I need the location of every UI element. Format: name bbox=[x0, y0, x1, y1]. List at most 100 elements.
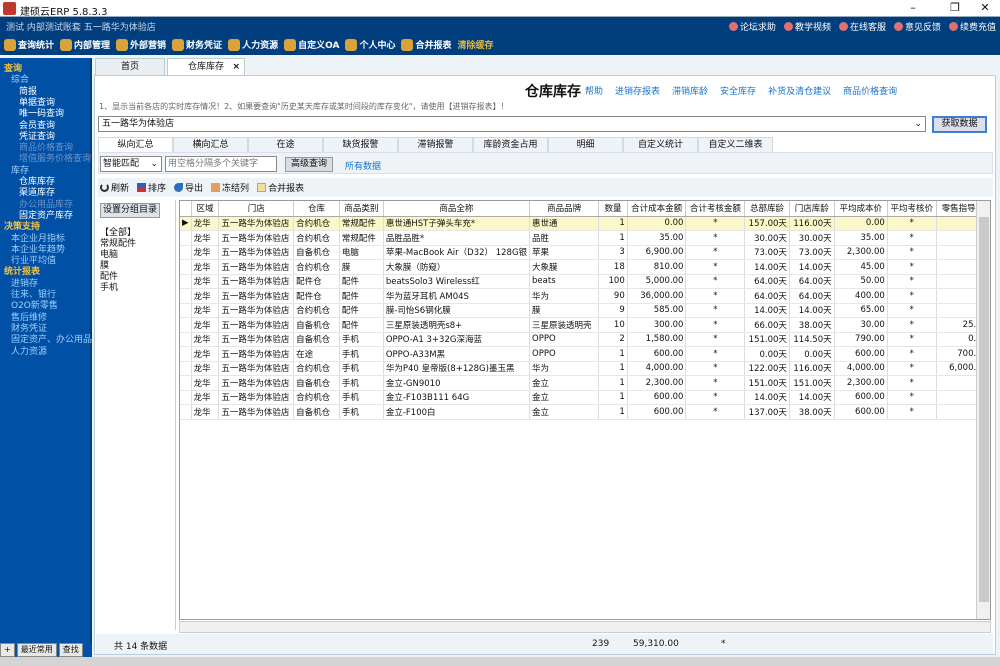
table-row[interactable]: 龙华 五一路华为体验店 配件仓 配件 beatsSolo3 Wireless红 beats… bbox=[180, 274, 990, 289]
advanced-query-button[interactable]: 高级查询 bbox=[285, 157, 333, 172]
column-header[interactable]: 门店 bbox=[218, 201, 295, 217]
column-header[interactable]: 商品品牌 bbox=[529, 201, 600, 217]
column-header[interactable]: 合计考核金额 bbox=[685, 201, 746, 217]
table-row[interactable]: 龙华 五一路华为体验店 合约机仓膜大象膜（防窥） 大象膜 18 810.00 * 14.00天… bbox=[180, 259, 990, 275]
column-header[interactable]: 平均成本价 bbox=[834, 201, 888, 217]
sub-tab[interactable]: 缺货报警 bbox=[323, 137, 398, 152]
sub-tab[interactable]: 明细 bbox=[548, 137, 623, 152]
horizontal-scrollbar[interactable] bbox=[179, 621, 991, 633]
maximize-button[interactable]: ❐ bbox=[940, 1, 970, 14]
minimize-button[interactable]: – bbox=[898, 1, 928, 14]
sidebar-item[interactable]: 增值服务价格查询 bbox=[19, 151, 91, 164]
find-button[interactable]: 查找 bbox=[58, 643, 83, 657]
table-cell: * bbox=[887, 288, 937, 304]
slow-moving-link[interactable]: 滞销库龄 bbox=[672, 84, 708, 97]
sub-tab[interactable]: 在途 bbox=[248, 137, 323, 152]
column-header[interactable]: 商品全称 bbox=[383, 201, 531, 217]
add-button[interactable]: + bbox=[0, 643, 15, 657]
nav-button[interactable]: 内部管理 bbox=[60, 38, 110, 51]
keyword-input[interactable]: 用空格分隔多个关键字 bbox=[165, 156, 277, 172]
column-header[interactable]: 门店库龄 bbox=[789, 201, 835, 217]
row-indicator: ▶ bbox=[180, 216, 192, 231]
total-assess: * bbox=[721, 639, 726, 649]
tab-home[interactable]: 首页 bbox=[95, 58, 165, 75]
table-cell: 苹果 bbox=[529, 245, 600, 260]
store-select[interactable]: 五一路华为体验店 ⌄ bbox=[98, 116, 926, 132]
table-row[interactable]: 龙华 五一路华为体验店 自备机仓 电脑 苹果-MacBook Air（D32） 128G… bbox=[180, 245, 990, 260]
vertical-scrollbar[interactable] bbox=[976, 201, 990, 619]
sort-button[interactable]: 排序 bbox=[137, 181, 166, 194]
match-mode-select[interactable]: 智能匹配 ⌄ bbox=[100, 156, 162, 172]
column-header[interactable]: 合计成本金额 bbox=[627, 201, 687, 217]
sub-tab[interactable]: 横向汇总 bbox=[173, 137, 248, 152]
table-row[interactable]: 龙华 五一路华为体验店 配件仓 配件 华为蓝牙耳机 AM04S 华为 90 36,000.00… bbox=[180, 288, 990, 304]
nav-button[interactable]: 合并报表 bbox=[401, 38, 451, 51]
row-indicator bbox=[180, 390, 192, 405]
table-cell: 惠世通HST子弹头车充* bbox=[383, 216, 531, 231]
close-tab-icon[interactable]: × bbox=[232, 59, 240, 75]
header-link[interactable]: 论坛求助 bbox=[728, 20, 776, 33]
replenish-link[interactable]: 补货及清仓建议 bbox=[768, 84, 831, 97]
safety-stock-link[interactable]: 安全库存 bbox=[720, 84, 756, 97]
column-header[interactable]: 区域 bbox=[191, 201, 220, 217]
store-value: 五一路华为体验店 bbox=[102, 119, 175, 129]
nav-button[interactable]: 外部营销 bbox=[116, 38, 166, 51]
header-link[interactable]: 教学视频 bbox=[783, 20, 831, 33]
tab-warehouse-stock[interactable]: 仓库库存 × bbox=[167, 58, 245, 75]
freeze-columns-button[interactable]: 冻结列 bbox=[211, 181, 249, 194]
group-item[interactable]: 手机 bbox=[100, 280, 118, 293]
table-row[interactable]: ▶ 龙华 五一路华为体验店 合约机仓 常规配件 惠世通HST子弹头车充* 惠世通 1 0.00 *… bbox=[180, 216, 990, 231]
table-cell: 五一路华为体验店 bbox=[218, 288, 295, 304]
get-data-button[interactable]: 获取数据 bbox=[932, 116, 987, 133]
table-cell: 五一路华为体验店 bbox=[218, 361, 295, 376]
sub-tab[interactable]: 滞销报警 bbox=[398, 137, 473, 152]
help-link[interactable]: 帮助 bbox=[585, 84, 603, 97]
table-cell: 五一路华为体验店 bbox=[218, 259, 295, 275]
table-cell: 三星原装透明壳 bbox=[529, 317, 600, 333]
table-cell: 64.00天 bbox=[744, 274, 790, 289]
header-link[interactable]: 在线客服 bbox=[838, 20, 886, 33]
sub-tab[interactable]: 纵向汇总 bbox=[98, 137, 173, 152]
table-row[interactable]: 龙华 五一路华为体验店 合约机仓 常规配件 品胜品胜* 品胜 1 35.00 * 30.00天 30… bbox=[180, 230, 990, 246]
refresh-button[interactable]: 刷新 bbox=[100, 181, 129, 194]
clear-cache-button[interactable]: 清除缓存 bbox=[457, 38, 493, 51]
merge-report-button[interactable]: 合并报表 bbox=[257, 181, 304, 194]
export-button[interactable]: 导出 bbox=[174, 181, 203, 194]
table-row[interactable]: 龙华 五一路华为体验店 自备机仓 手机 金立-GN9010 金立 1 2,300.00 * 151… bbox=[180, 375, 990, 391]
table-cell: * bbox=[685, 216, 746, 231]
nav-button[interactable]: 个人中心 bbox=[345, 38, 395, 51]
table-row[interactable]: 龙华 五一路华为体验店 自备机仓 手机 金立-F100白 金立 1 600.00 * 137.00… bbox=[180, 404, 990, 420]
header-link[interactable]: 续费充值 bbox=[948, 20, 996, 33]
all-data-link[interactable]: 所有数据 bbox=[345, 159, 381, 172]
row-indicator bbox=[180, 332, 192, 347]
header-link-label: 意见反馈 bbox=[904, 23, 941, 33]
table-cell: 配件 bbox=[339, 303, 384, 318]
table-row[interactable]: 龙华 五一路华为体验店 自备机仓 配件 三星原装透明壳s8+ 三星原装透明壳 10 300.0… bbox=[180, 317, 990, 333]
close-window-button[interactable]: ✕ bbox=[970, 1, 1000, 14]
column-header[interactable]: 仓库 bbox=[293, 201, 340, 217]
column-header[interactable]: 商品类别 bbox=[339, 201, 384, 217]
nav-button[interactable]: 自定义OA bbox=[284, 38, 339, 51]
nav-button[interactable]: 查询统计 bbox=[4, 38, 54, 51]
table-cell: 151.00天 bbox=[789, 375, 835, 391]
column-header[interactable]: 数量 bbox=[598, 201, 628, 217]
nav-button[interactable]: 财务凭证 bbox=[172, 38, 222, 51]
table-row[interactable]: 龙华 五一路华为体验店 合约机仓 手机 华为P40 皇帝版(8+128G)墨玉黑 华为 1 4… bbox=[180, 361, 990, 376]
sub-tab[interactable]: 库龄资金占用 bbox=[473, 137, 548, 152]
recent-button[interactable]: 最近常用 bbox=[16, 643, 57, 657]
header-link[interactable]: 意见反馈 bbox=[893, 20, 941, 33]
table-row[interactable]: 龙华 五一路华为体验店 合约机仓 配件 膜-司怡S6钢化膜膜 9 585.00 * 14.00天… bbox=[180, 303, 990, 318]
column-header[interactable]: 平均考核价 bbox=[887, 201, 937, 217]
sub-tab[interactable]: 自定义二维表 bbox=[698, 137, 773, 152]
price-query-link[interactable]: 商品价格查询 bbox=[843, 84, 897, 97]
table-row[interactable]: 龙华 五一路华为体验店 合约机仓 手机 金立-F103B111 64G 金立 1 600.00… bbox=[180, 390, 990, 405]
set-group-button[interactable]: 设置分组目录 bbox=[100, 203, 160, 218]
table-row[interactable]: 龙华 五一路华为体验店 自备机仓 手机 OPPO-A1 3+32G深海蓝 OPPO 2 1,5… bbox=[180, 332, 990, 347]
nav-button[interactable]: 人力资源 bbox=[228, 38, 278, 51]
inventory-report-link[interactable]: 进销存报表 bbox=[615, 84, 660, 97]
table-row[interactable]: 龙华 五一路华为体验店 在途 手机 OPPO-A33M黑 OPPO 1 600.00 * 0.00… bbox=[180, 346, 990, 362]
sub-tab[interactable]: 自定义统计 bbox=[623, 137, 698, 152]
freeze-icon bbox=[211, 183, 221, 192]
column-header[interactable]: 总部库龄 bbox=[744, 201, 790, 217]
sidebar-item[interactable]: 人力资源 bbox=[11, 344, 47, 357]
